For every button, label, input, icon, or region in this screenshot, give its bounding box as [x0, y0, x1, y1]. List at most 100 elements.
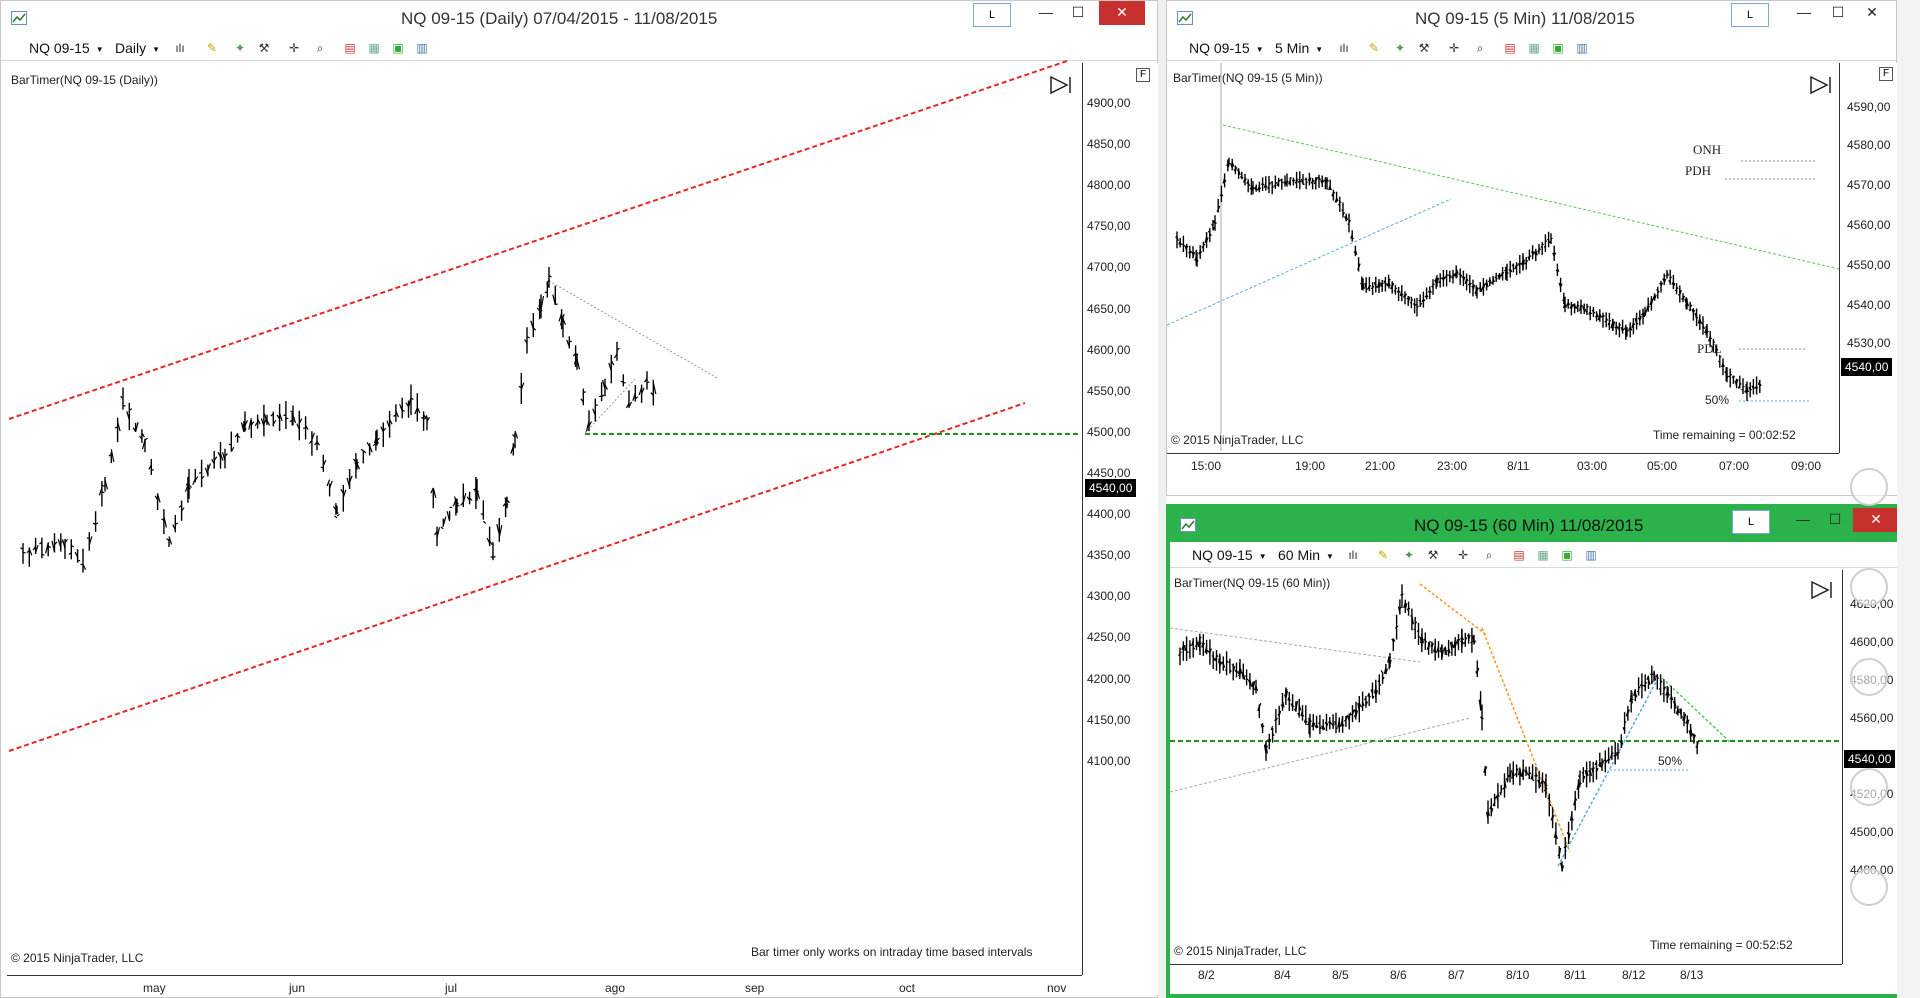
last-price-tag: 4540,00 — [1844, 750, 1896, 768]
bar-style-icon[interactable]: ılı — [1337, 41, 1351, 55]
pencil-icon[interactable]: ✎ — [1367, 41, 1381, 55]
wrench-icon[interactable]: ⚒ — [1417, 41, 1431, 55]
link-button[interactable]: L — [1731, 3, 1769, 27]
ohlc-bar — [1284, 687, 1289, 698]
zoom-icon[interactable]: ⌕ — [1473, 41, 1487, 55]
data-box-icon[interactable]: ▣ — [1551, 41, 1565, 55]
close-button[interactable]: ✕ — [1849, 1, 1895, 25]
ohlc-bar — [1652, 293, 1657, 301]
link-button[interactable]: L — [973, 3, 1011, 27]
close-button[interactable]: ✕ — [1853, 508, 1899, 532]
data-box-icon[interactable]: ▣ — [391, 41, 405, 55]
chart-properties-icon[interactable]: ▦ — [367, 41, 381, 55]
sixty-min-chart-window: NQ 09-15 (60 Min) 11/08/2015 L — ☐ ✕ NQ … — [1166, 504, 1907, 998]
chart-properties-icon[interactable]: ▦ — [1527, 41, 1541, 55]
ohlc-bar — [1184, 636, 1189, 662]
five-min-titlebar[interactable]: NQ 09-15 (5 Min) 11/08/2015 L — ☐ ✕ — [1167, 1, 1896, 35]
layout-icon[interactable]: ▥ — [1575, 41, 1589, 55]
strategy-icon[interactable]: ▤ — [1503, 41, 1517, 55]
settings-charm-icon[interactable] — [1850, 868, 1888, 906]
devices-charm-icon[interactable] — [1850, 768, 1888, 806]
ohlc-bar — [1178, 647, 1182, 666]
instrument-selector[interactable]: NQ 09-15 ▼ — [29, 40, 104, 56]
ohlc-bar — [1585, 303, 1589, 315]
ohlc-bar — [198, 459, 205, 488]
five-min-plot-area[interactable]: BarTimer(NQ 09-15 (5 Min)) F 4590,00 4580… — [1166, 63, 1897, 495]
instrument-selector[interactable]: NQ 09-15 ▼ — [1192, 547, 1267, 563]
ohlc-bar — [1291, 177, 1296, 186]
last-price-tag: 4540,00 — [1085, 479, 1137, 497]
chart-properties-icon[interactable]: ▦ — [1536, 548, 1550, 562]
ohlc-bar — [1466, 633, 1471, 644]
ohlc-bar — [1581, 767, 1586, 783]
ohlc-bar — [1426, 640, 1431, 655]
layout-icon[interactable]: ▥ — [415, 41, 429, 55]
crosshair-icon[interactable]: ✛ — [1447, 41, 1461, 55]
bar-style-icon[interactable]: ılı — [173, 41, 187, 55]
ohlc-bar — [1566, 821, 1571, 845]
pencil-icon[interactable]: ✎ — [1376, 548, 1390, 562]
ohlc-bar — [1665, 269, 1670, 279]
sixty-min-plot-area[interactable]: BarTimer(NQ 09-15 (60 Min)) 4620,004600,… — [1169, 570, 1903, 994]
ohlc-bar — [1662, 273, 1667, 285]
ohlc-bar — [1569, 811, 1574, 831]
maximize-button[interactable]: ☐ — [1812, 508, 1858, 532]
ohlc-bar — [1288, 176, 1292, 186]
ohlc-bar — [1655, 674, 1660, 690]
ohlc-bar — [1433, 638, 1438, 661]
data-box-icon[interactable]: ▣ — [1560, 548, 1574, 562]
ohlc-bar — [1257, 181, 1262, 193]
interval-selector[interactable]: 60 Min ▼ — [1278, 547, 1334, 563]
ohlc-bar — [1236, 168, 1241, 179]
ohlc-bar — [1438, 273, 1443, 288]
zoom-icon[interactable]: ⌕ — [1482, 548, 1496, 562]
interval-selector[interactable]: 5 Min ▼ — [1275, 40, 1323, 56]
search-charm-icon[interactable] — [1850, 468, 1888, 506]
instrument-selector[interactable]: NQ 09-15 ▼ — [1189, 40, 1264, 56]
ohlc-bar — [1754, 376, 1759, 395]
start-charm-icon[interactable] — [1850, 658, 1888, 696]
ohlc-bar — [260, 404, 267, 437]
ohlc-bar — [1347, 213, 1351, 233]
ohlc-bar — [1681, 711, 1687, 727]
ohlc-bar — [1188, 640, 1192, 659]
strategy-icon[interactable]: ▤ — [1512, 548, 1526, 562]
crosshair-icon[interactable]: ✛ — [1456, 548, 1470, 562]
f-button[interactable]: F — [1879, 67, 1893, 81]
magic-wand-icon[interactable]: ✦ — [1393, 41, 1407, 55]
ohlc-bar — [1517, 254, 1522, 274]
close-button[interactable]: ✕ — [1099, 1, 1145, 25]
bar-style-icon[interactable]: ılı — [1346, 548, 1360, 562]
share-charm-icon[interactable] — [1850, 568, 1888, 606]
ohlc-bar — [1303, 705, 1308, 726]
wrench-icon[interactable]: ⚒ — [257, 41, 271, 55]
wrench-icon[interactable]: ⚒ — [1426, 548, 1440, 562]
strategy-icon[interactable]: ▤ — [343, 41, 357, 55]
interval-selector[interactable]: Daily ▼ — [115, 40, 160, 56]
price-tick-label: 4350,00 — [1087, 548, 1131, 562]
ohlc-bar — [1463, 632, 1468, 647]
ohlc-bar — [601, 378, 609, 397]
ohlc-bar — [1356, 257, 1361, 272]
f-button[interactable]: F — [1136, 68, 1150, 82]
price-tick-label: 4400,00 — [1087, 507, 1131, 521]
ohlc-bar — [1406, 295, 1411, 306]
crosshair-icon[interactable]: ✛ — [287, 41, 301, 55]
zoom-icon[interactable]: ⌕ — [313, 41, 327, 55]
ohlc-bar — [1217, 655, 1223, 668]
ohlc-bar — [1431, 279, 1435, 295]
magic-wand-icon[interactable]: ✦ — [233, 41, 247, 55]
pdh-label: PDH — [1685, 163, 1712, 178]
daily-titlebar[interactable]: NQ 09-15 (Daily) 07/04/2015 - 11/08/2015… — [1, 1, 1157, 35]
ohlc-bar — [1214, 649, 1219, 671]
price-tick-label: 4600,00 — [1850, 635, 1894, 649]
ohlc-bar — [1591, 761, 1595, 783]
ohlc-bar — [1546, 231, 1551, 248]
maximize-button[interactable]: ☐ — [1055, 1, 1101, 25]
sixty-min-titlebar[interactable]: NQ 09-15 (60 Min) 11/08/2015 L — ☐ ✕ — [1170, 508, 1903, 542]
layout-icon[interactable]: ▥ — [1584, 548, 1598, 562]
magic-wand-icon[interactable]: ✦ — [1402, 548, 1416, 562]
daily-plot-area[interactable]: BarTimer(NQ 09-15 (Daily)) F 4900,00 4850… — [7, 60, 1159, 995]
pencil-icon[interactable]: ✎ — [205, 41, 219, 55]
link-button[interactable]: L — [1732, 510, 1770, 534]
